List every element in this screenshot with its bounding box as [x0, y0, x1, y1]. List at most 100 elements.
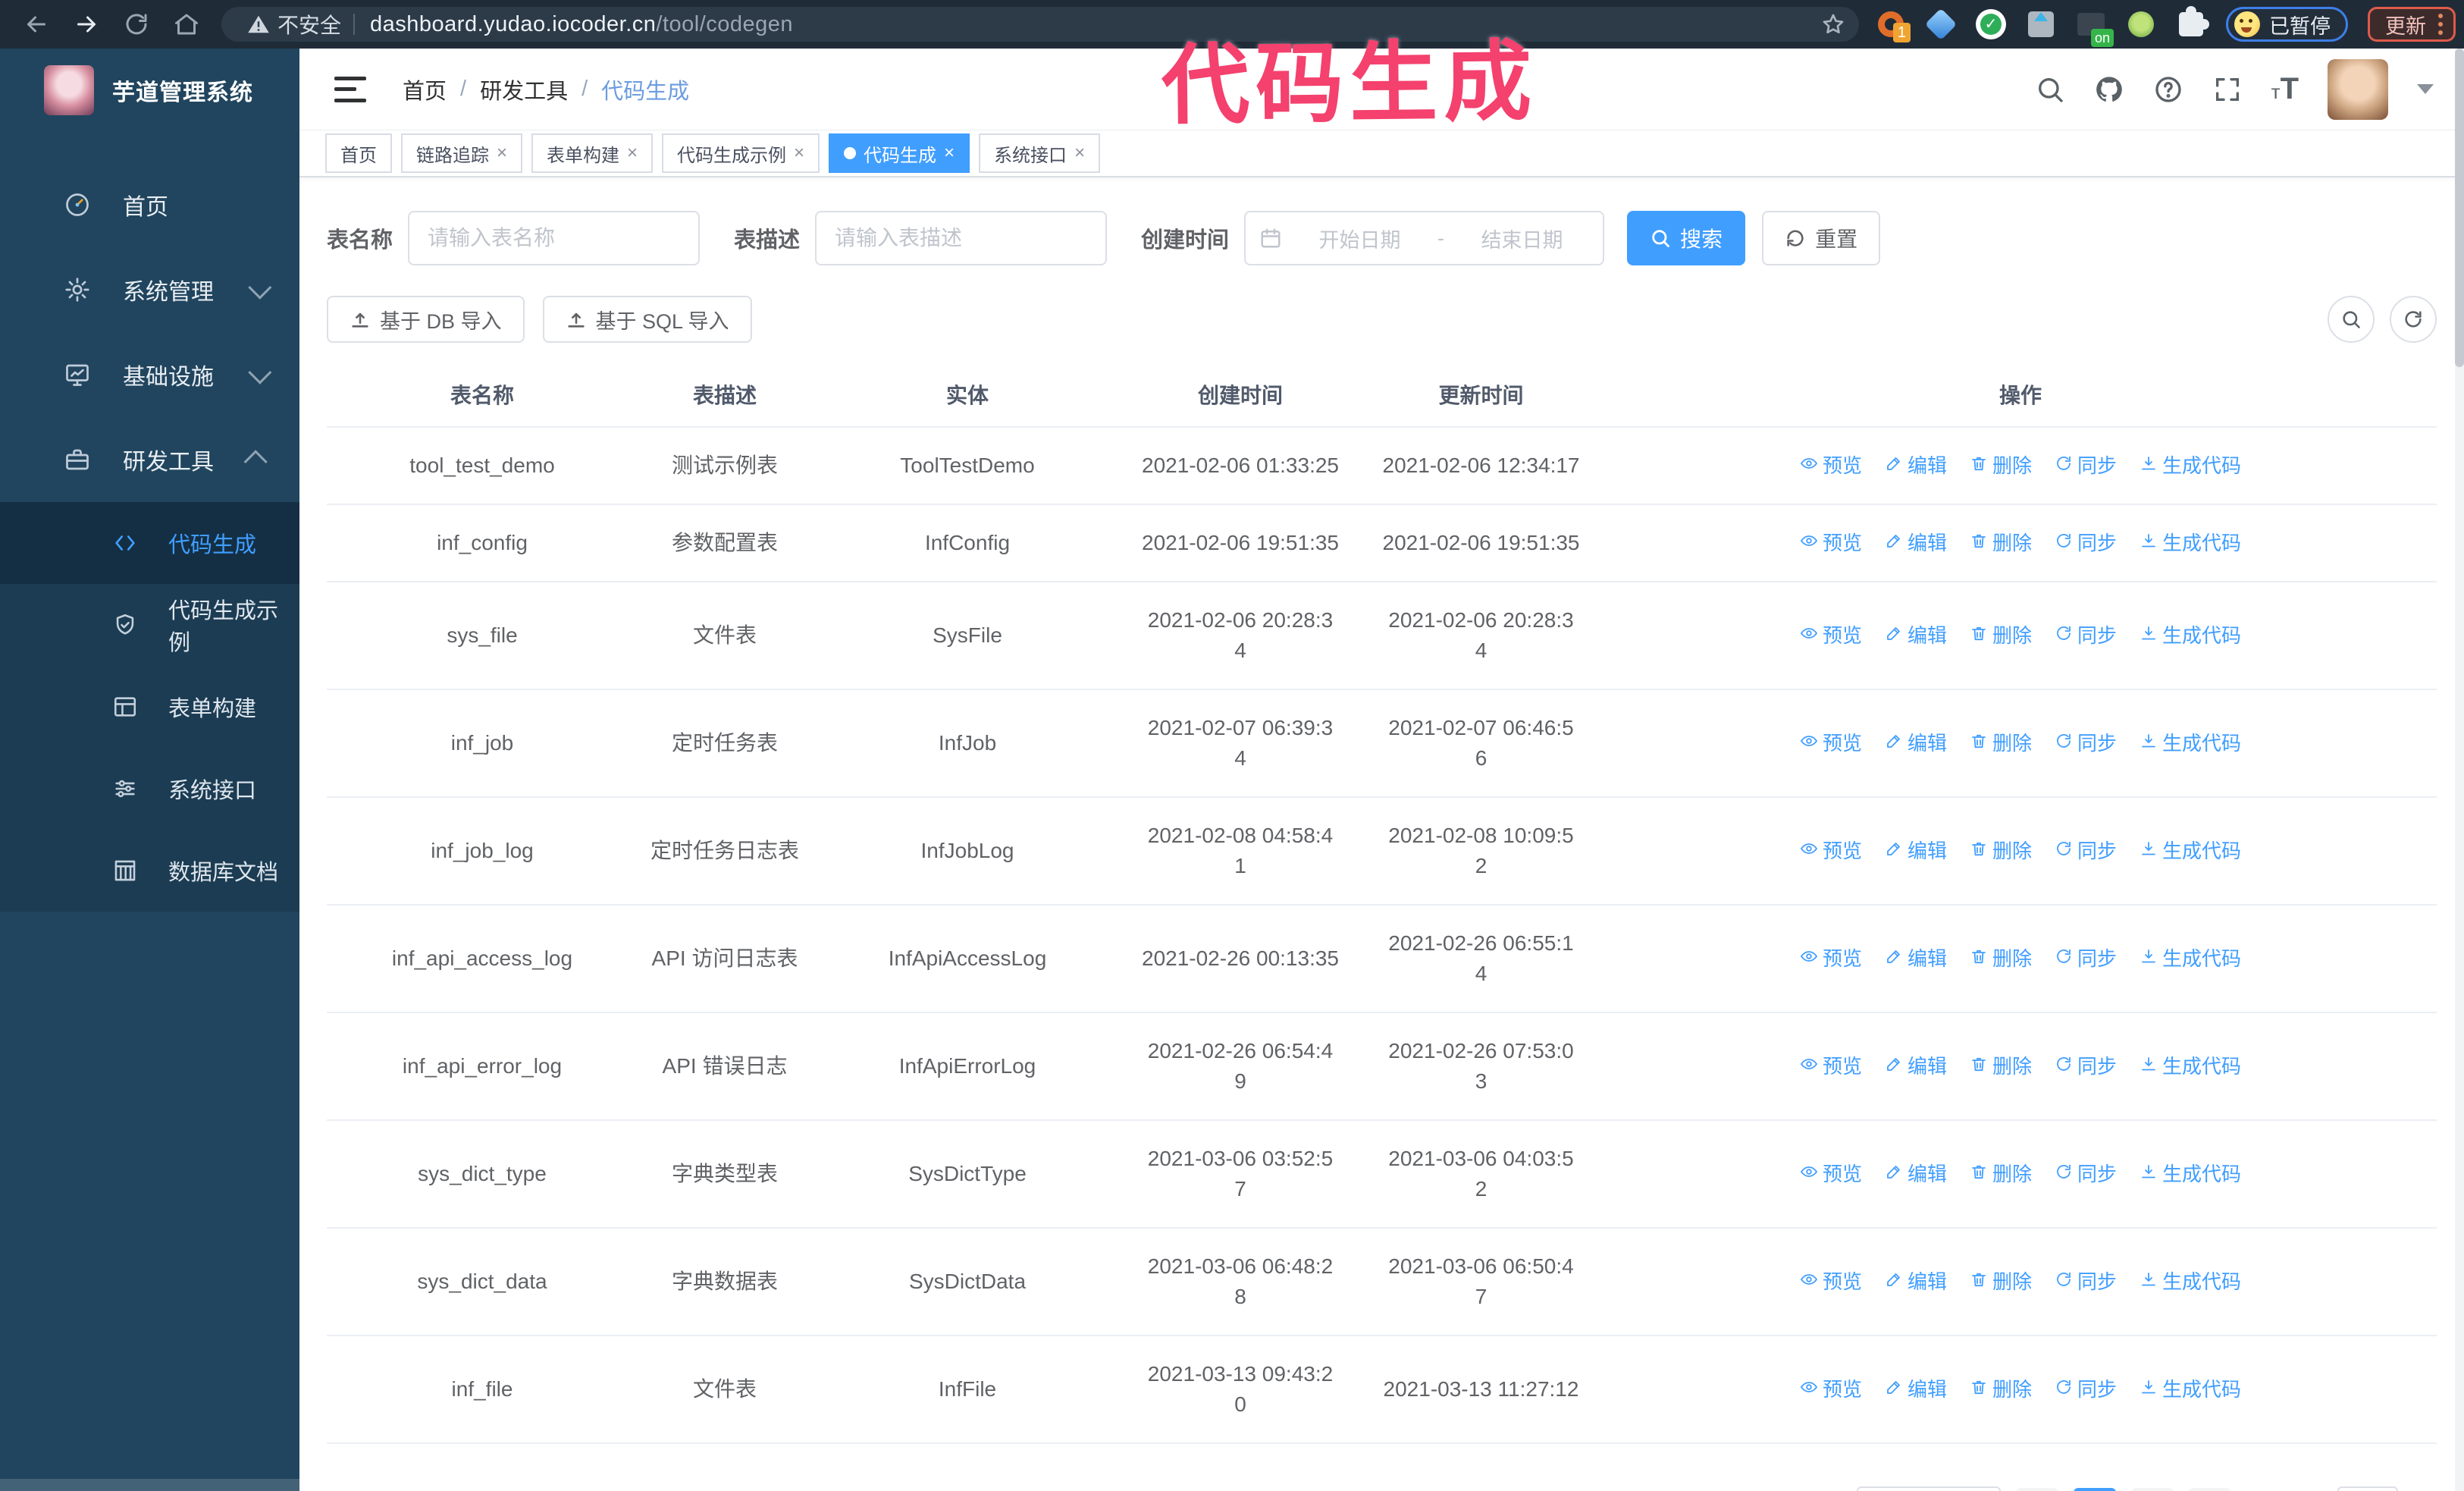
preview-link[interactable]: 预览 — [1800, 728, 1862, 758]
generate-code-link[interactable]: 生成代码 — [2140, 1267, 2241, 1297]
page-button-1[interactable]: 1 — [2074, 1488, 2116, 1491]
edit-link[interactable]: 编辑 — [1885, 1374, 1947, 1405]
generate-code-link[interactable]: 生成代码 — [2140, 1374, 2241, 1405]
help-icon[interactable] — [2153, 74, 2183, 105]
breadcrumb-item[interactable]: 首页 — [403, 74, 447, 105]
sidebar-item-devtools[interactable]: 研发工具 — [0, 417, 299, 502]
browser-update-button[interactable]: 更新 — [2368, 7, 2456, 42]
page-size-select[interactable]: 10条/页 — [1857, 1486, 2001, 1491]
delete-link[interactable]: 删除 — [1970, 1374, 2032, 1405]
extension-shield-icon[interactable]: ✓ — [1976, 9, 2006, 39]
toggle-search-button[interactable] — [2328, 296, 2375, 343]
edit-link[interactable]: 编辑 — [1885, 1267, 1947, 1297]
tab-链路追踪[interactable]: 链路追踪 × — [401, 133, 523, 173]
preview-link[interactable]: 预览 — [1800, 450, 1862, 481]
browser-forward-icon[interactable] — [73, 11, 100, 38]
delete-link[interactable]: 删除 — [1970, 1051, 2032, 1081]
edit-link[interactable]: 编辑 — [1885, 1051, 1947, 1081]
generate-code-link[interactable]: 生成代码 — [2140, 1051, 2241, 1081]
table-desc-input[interactable] — [835, 226, 1088, 250]
sync-link[interactable]: 同步 — [2055, 528, 2117, 558]
fullscreen-icon[interactable] — [2212, 74, 2243, 105]
delete-link[interactable]: 删除 — [1970, 943, 2032, 974]
sidebar-hscrollbar[interactable] — [0, 1479, 299, 1491]
generate-code-link[interactable]: 生成代码 — [2140, 528, 2241, 558]
page-button-2[interactable]: 2 — [2131, 1488, 2174, 1491]
github-icon[interactable] — [2094, 74, 2124, 105]
browser-menu-icon[interactable] — [2438, 14, 2443, 35]
generate-code-link[interactable]: 生成代码 — [2140, 836, 2241, 866]
end-date-placeholder[interactable]: 结束日期 — [1455, 224, 1589, 253]
preview-link[interactable]: 预览 — [1800, 620, 1862, 651]
extension-monkey-icon[interactable] — [2126, 9, 2156, 39]
goto-page-input[interactable] — [2337, 1486, 2398, 1491]
sync-link[interactable]: 同步 — [2055, 728, 2117, 758]
app-logo-row[interactable]: 芋道管理系统 — [0, 49, 299, 130]
user-avatar[interactable] — [2328, 58, 2388, 120]
sidebar-subitem-系统接口[interactable]: 系统接口 — [0, 748, 299, 830]
start-date-placeholder[interactable]: 开始日期 — [1293, 224, 1427, 253]
edit-link[interactable]: 编辑 — [1885, 1159, 1947, 1189]
edit-link[interactable]: 编辑 — [1885, 836, 1947, 866]
security-label[interactable]: 不安全 — [277, 9, 341, 39]
generate-code-link[interactable]: 生成代码 — [2140, 943, 2241, 974]
delete-link[interactable]: 删除 — [1970, 728, 2032, 758]
refresh-table-button[interactable] — [2390, 296, 2437, 343]
font-size-icon[interactable]: тT — [2271, 72, 2299, 106]
delete-link[interactable]: 删除 — [1970, 1159, 2032, 1189]
sidebar-subitem-代码生成[interactable]: 代码生成 — [0, 502, 299, 584]
sync-link[interactable]: 同步 — [2055, 1051, 2117, 1081]
generate-code-link[interactable]: 生成代码 — [2140, 728, 2241, 758]
preview-link[interactable]: 预览 — [1800, 1051, 1862, 1081]
sync-link[interactable]: 同步 — [2055, 1159, 2117, 1189]
reset-button[interactable]: 重置 — [1762, 211, 1881, 265]
sidebar-subitem-表单构建[interactable]: 表单构建 — [0, 666, 299, 748]
generate-code-link[interactable]: 生成代码 — [2140, 620, 2241, 651]
preview-link[interactable]: 预览 — [1800, 943, 1862, 974]
preview-link[interactable]: 预览 — [1800, 528, 1862, 558]
preview-link[interactable]: 预览 — [1800, 836, 1862, 866]
sync-link[interactable]: 同步 — [2055, 943, 2117, 974]
edit-link[interactable]: 编辑 — [1885, 528, 1947, 558]
edit-link[interactable]: 编辑 — [1885, 728, 1947, 758]
sidebar-item-infra[interactable]: 基础设施 — [0, 332, 299, 417]
extension-columns-icon[interactable] — [2026, 9, 2056, 39]
breadcrumb-item[interactable]: 研发工具 — [480, 74, 568, 105]
tab-close-icon[interactable]: × — [497, 143, 507, 164]
address-bar[interactable]: 不安全 dashboard.yudao.iocoder.cn/tool/code… — [221, 7, 1859, 42]
sync-link[interactable]: 同步 — [2055, 836, 2117, 866]
sidebar-item-home[interactable]: 首页 — [0, 162, 299, 247]
tab-系统接口[interactable]: 系统接口 × — [979, 133, 1101, 173]
tab-close-icon[interactable]: × — [1074, 143, 1085, 164]
profile-paused-chip[interactable]: 已暂停 — [2226, 7, 2348, 42]
sidebar-item-system[interactable]: 系统管理 — [0, 247, 299, 332]
search-button[interactable]: 搜索 — [1627, 211, 1746, 265]
browser-back-icon[interactable] — [23, 11, 50, 38]
url-text[interactable]: dashboard.yudao.iocoder.cn/tool/codegen — [370, 12, 793, 37]
tab-close-icon[interactable]: × — [944, 143, 955, 164]
sync-link[interactable]: 同步 — [2055, 1374, 2117, 1405]
preview-link[interactable]: 预览 — [1800, 1267, 1862, 1297]
delete-link[interactable]: 删除 — [1970, 620, 2032, 651]
delete-link[interactable]: 删除 — [1970, 450, 2032, 481]
tab-close-icon[interactable]: × — [627, 143, 638, 164]
preview-link[interactable]: 预览 — [1800, 1159, 1862, 1189]
table-name-input[interactable] — [428, 226, 681, 250]
date-range-picker[interactable]: 开始日期 - 结束日期 — [1244, 211, 1605, 265]
delete-link[interactable]: 删除 — [1970, 836, 2032, 866]
tab-表单构建[interactable]: 表单构建 × — [531, 133, 654, 173]
browser-home-icon[interactable] — [173, 11, 200, 38]
tab-代码生成[interactable]: 代码生成 × — [829, 133, 970, 173]
extension-blocker-icon[interactable]: 1 — [1876, 9, 1911, 42]
extension-gem-icon[interactable] — [1924, 8, 1958, 41]
sync-link[interactable]: 同步 — [2055, 1267, 2117, 1297]
delete-link[interactable]: 删除 — [1970, 528, 2032, 558]
preview-link[interactable]: 预览 — [1800, 1374, 1862, 1405]
edit-link[interactable]: 编辑 — [1885, 450, 1947, 481]
generate-code-link[interactable]: 生成代码 — [2140, 1159, 2241, 1189]
sync-link[interactable]: 同步 — [2055, 450, 2117, 481]
tab-首页[interactable]: 首页 — [325, 133, 392, 173]
browser-reload-icon[interactable] — [123, 11, 150, 38]
import-sql-button[interactable]: 基于 SQL 导入 — [542, 296, 752, 343]
extensions-puzzle-icon[interactable] — [2176, 9, 2206, 39]
